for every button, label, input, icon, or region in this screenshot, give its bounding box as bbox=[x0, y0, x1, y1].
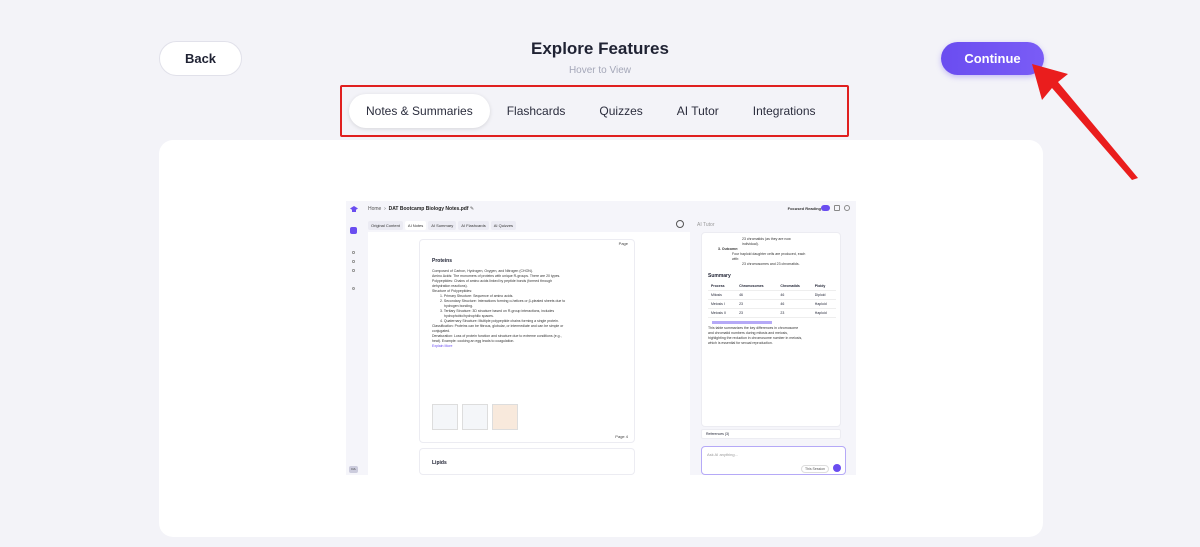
tab-flashcards[interactable]: Flashcards bbox=[490, 94, 583, 128]
ai-tutor-pane: 23 chromatids (as they are now individua… bbox=[696, 232, 851, 475]
table-cell: 23 bbox=[736, 299, 778, 309]
bell-icon bbox=[844, 205, 850, 211]
notes-card-lipids: Lipids bbox=[419, 448, 635, 475]
avatar: DA bbox=[349, 466, 358, 473]
notes-lines: Composed of Carbon, Hydrogen, Oxygen, an… bbox=[432, 269, 624, 349]
share-icon bbox=[834, 205, 840, 211]
preview-sidebar: DA bbox=[346, 218, 360, 475]
search-icon bbox=[352, 260, 355, 263]
diagram-thumbnails bbox=[432, 404, 518, 430]
table-cell: Haploid bbox=[811, 299, 836, 309]
subtab-ai-summary: AI Summary bbox=[428, 221, 457, 230]
table-header: Chromosomes bbox=[736, 282, 778, 291]
this-session-chip: This Session bbox=[800, 465, 829, 473]
preview-breadcrumb: Home › DAT Bootcamp Biology Notes.pdf ✎ bbox=[368, 206, 475, 212]
table-cell: 46 bbox=[736, 290, 778, 300]
table-header: Chromatids bbox=[777, 282, 812, 291]
thumbnail-image bbox=[492, 404, 518, 430]
table-header-row: Process Chromosomes Chromatids Ploidy bbox=[708, 282, 836, 291]
breadcrumb-home: Home bbox=[368, 206, 382, 212]
app-preview-screenshot: Home › DAT Bootcamp Biology Notes.pdf ✎ … bbox=[346, 201, 856, 475]
cap-logo-icon bbox=[350, 206, 358, 212]
library-icon bbox=[352, 269, 355, 272]
notes-card2-title: Lipids bbox=[432, 460, 447, 466]
table-cell: Meiosis II bbox=[708, 308, 737, 318]
subtab-ai-flashcards: AI Flashcards bbox=[458, 221, 489, 230]
table-cell: Diploid bbox=[811, 290, 836, 300]
feature-tabs: Notes & Summaries Flashcards Quizzes AI … bbox=[349, 93, 833, 129]
thumbnail-image bbox=[462, 404, 488, 430]
red-arrow-annotation bbox=[1032, 64, 1138, 180]
add-icon bbox=[350, 227, 357, 234]
references-dropdown: References (3) bbox=[701, 429, 841, 439]
table-row: Mitosis 46 46 Diploid bbox=[708, 290, 836, 300]
subtab-ai-notes: AI Notes bbox=[404, 221, 427, 230]
table-scrollbar bbox=[712, 321, 772, 324]
table-cell: 23 bbox=[736, 308, 778, 318]
preview-notes-area: Page Proteins Composed of Carbon, Hydrog… bbox=[368, 232, 690, 475]
ai-tutor-label: AI Tutor bbox=[697, 222, 715, 228]
table-cell: 23 bbox=[777, 308, 812, 318]
preview-topbar: Home › DAT Bootcamp Biology Notes.pdf ✎ … bbox=[346, 201, 856, 218]
table-header: Process bbox=[708, 282, 737, 291]
table-row: Meiosis I 23 46 Haploid bbox=[708, 299, 836, 309]
notes-card-title: Proteins bbox=[432, 258, 453, 264]
tutor-line: which is essential for sexual reproducti… bbox=[708, 341, 773, 345]
table-cell: Mitosis bbox=[708, 290, 737, 300]
tab-ai-tutor[interactable]: AI Tutor bbox=[660, 94, 736, 128]
table-cell: 46 bbox=[777, 290, 812, 300]
table-cell: Haploid bbox=[811, 308, 836, 318]
pause-icon bbox=[676, 220, 684, 228]
summary-table: Process Chromosomes Chromatids Ploidy Mi… bbox=[708, 282, 836, 318]
tutor-line: 23 chromosomes and 23 chromatids. bbox=[742, 262, 800, 266]
notes-card-proteins: Page Proteins Composed of Carbon, Hydrog… bbox=[419, 239, 635, 443]
ask-ai-placeholder: Ask AI anything... bbox=[707, 452, 738, 457]
ask-ai-input: Ask AI anything... This Session bbox=[701, 446, 846, 475]
home-icon bbox=[352, 251, 355, 254]
subtab-original: Original Content bbox=[368, 221, 403, 230]
tab-integrations[interactable]: Integrations bbox=[736, 94, 833, 128]
subtab-ai-quizzes: AI Quizzes bbox=[490, 221, 517, 230]
focused-reading-toggle bbox=[821, 205, 830, 211]
thumbnail-image bbox=[432, 404, 458, 430]
explain-more-link: Explain More bbox=[432, 344, 453, 348]
table-header: Ploidy bbox=[811, 282, 836, 291]
send-icon bbox=[833, 464, 841, 472]
tab-quizzes[interactable]: Quizzes bbox=[582, 94, 659, 128]
summary-title: Summary bbox=[708, 273, 731, 279]
preview-content-tabs: Original Content AI Notes AI Summary AI … bbox=[368, 221, 517, 230]
page-label-top: Page bbox=[618, 241, 628, 246]
ai-tutor-answer: 23 chromatids (as they are now individua… bbox=[701, 232, 841, 427]
focused-reading-label: Focused Reading bbox=[787, 206, 821, 211]
table-row: Meiosis II 23 23 Haploid bbox=[708, 308, 836, 318]
history-icon bbox=[352, 287, 355, 290]
page-label-bottom: Page 4 bbox=[615, 434, 628, 439]
tab-notes-summaries[interactable]: Notes & Summaries bbox=[349, 94, 490, 128]
table-cell: 46 bbox=[777, 299, 812, 309]
table-cell: Meiosis I bbox=[708, 299, 737, 309]
breadcrumb-file: DAT Bootcamp Biology Notes.pdf bbox=[388, 206, 469, 212]
